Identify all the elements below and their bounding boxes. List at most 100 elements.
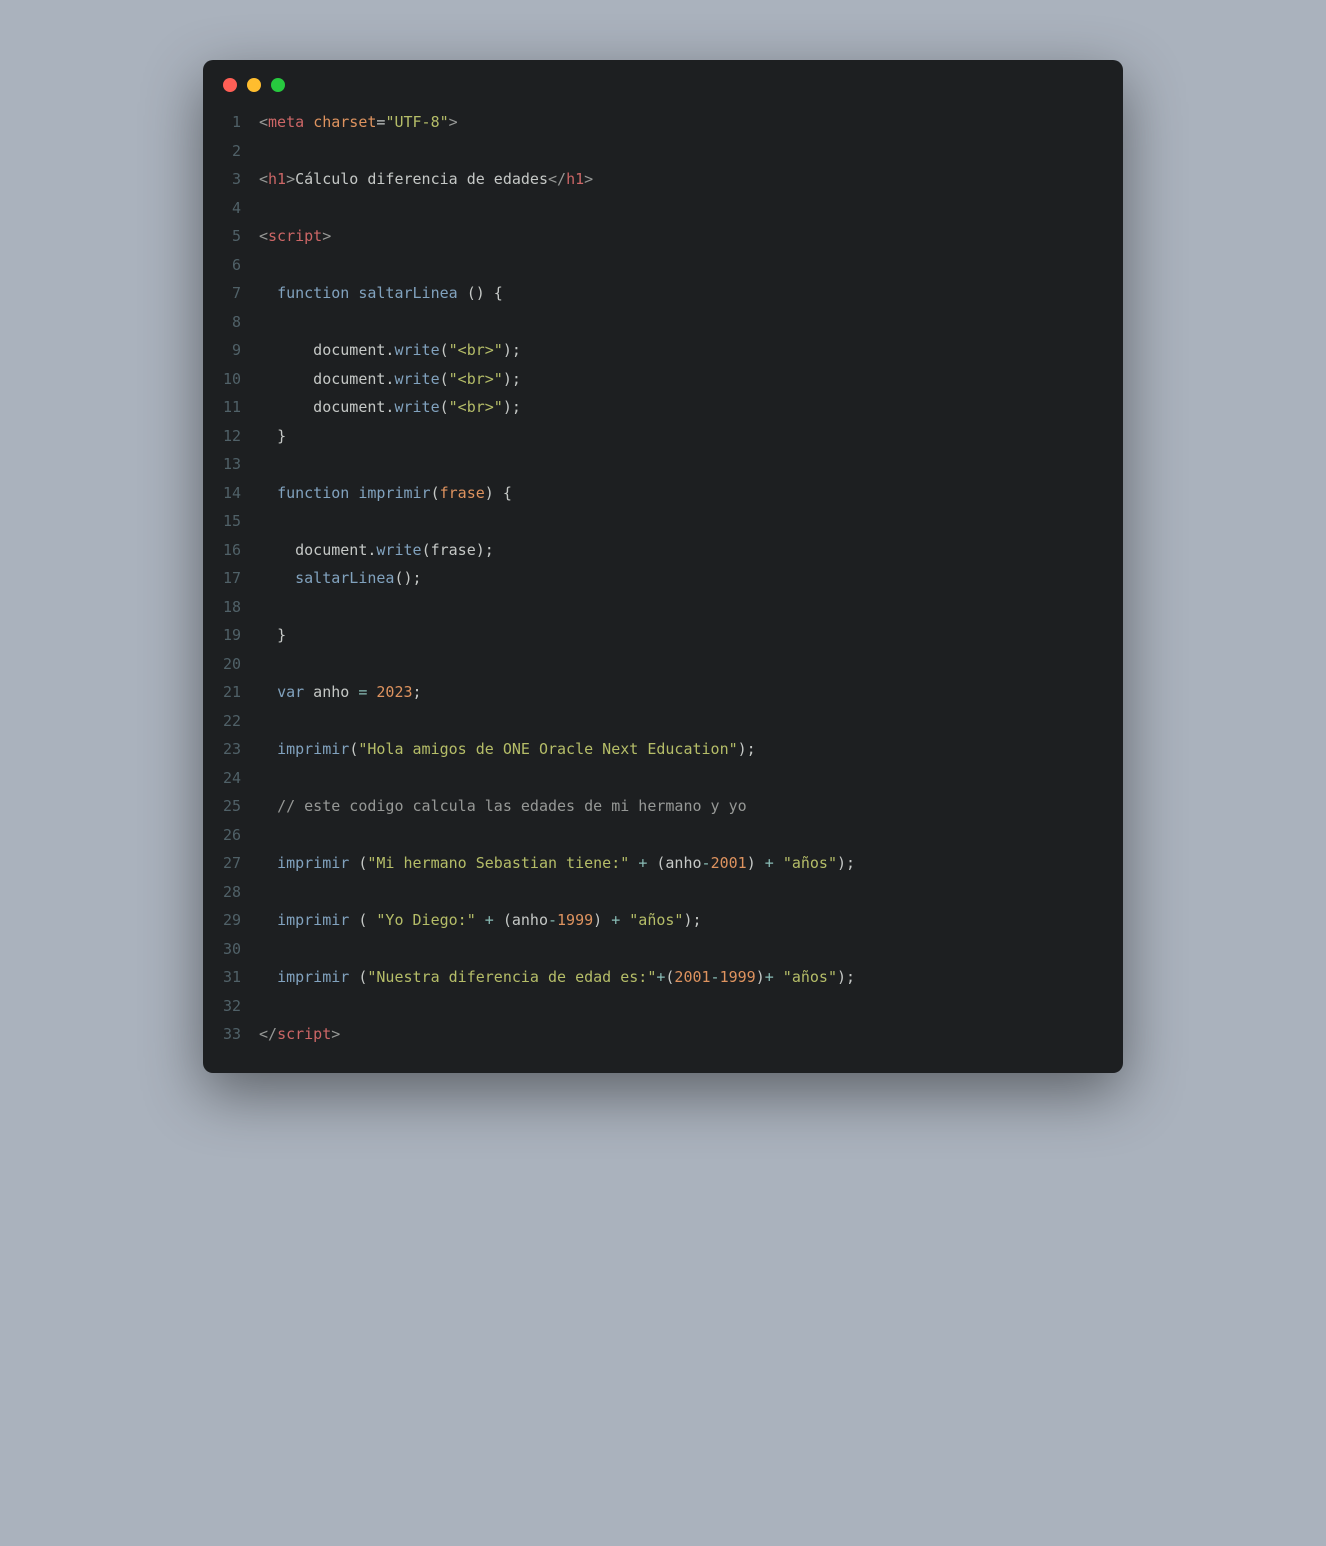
token-op: - — [548, 911, 557, 929]
zoom-icon[interactable] — [271, 78, 285, 92]
code-line[interactable]: 6 — [203, 251, 1123, 280]
token-text — [259, 484, 277, 502]
line-content[interactable] — [259, 707, 1123, 736]
line-number: 24 — [203, 764, 259, 793]
code-line[interactable]: 5<script> — [203, 222, 1123, 251]
code-line[interactable]: 22 — [203, 707, 1123, 736]
token-string: "Hola amigos de ONE Oracle Next Educatio… — [358, 740, 737, 758]
code-line[interactable]: 25 // este codigo calcula las edades de … — [203, 792, 1123, 821]
line-content[interactable] — [259, 593, 1123, 622]
code-line[interactable]: 26 — [203, 821, 1123, 850]
line-content[interactable]: // este codigo calcula las edades de mi … — [259, 792, 1123, 821]
token-op: + — [765, 968, 774, 986]
token-text: Cálculo diferencia de edades — [295, 170, 548, 188]
line-number: 8 — [203, 308, 259, 337]
line-content[interactable]: imprimir("Hola amigos de ONE Oracle Next… — [259, 735, 1123, 764]
line-content[interactable]: imprimir ("Mi hermano Sebastian tiene:" … — [259, 849, 1123, 878]
token-punct: ); — [503, 370, 521, 388]
token-text — [259, 427, 277, 445]
line-number: 30 — [203, 935, 259, 964]
token-text — [774, 968, 783, 986]
code-editor[interactable]: 1<meta charset="UTF-8">2 3<h1>Cálculo di… — [203, 102, 1123, 1049]
code-line[interactable]: 15 — [203, 507, 1123, 536]
code-line[interactable]: 14 function imprimir(frase) { — [203, 479, 1123, 508]
line-number: 1 — [203, 108, 259, 137]
token-keyword: function — [277, 484, 349, 502]
line-content[interactable] — [259, 507, 1123, 536]
code-line[interactable]: 28 — [203, 878, 1123, 907]
code-line[interactable]: 8 — [203, 308, 1123, 337]
token-fname: imprimir — [358, 484, 430, 502]
code-line[interactable]: 32 — [203, 992, 1123, 1021]
line-content[interactable] — [259, 137, 1123, 166]
token-text — [259, 569, 295, 587]
code-line[interactable]: 7 function saltarLinea () { — [203, 279, 1123, 308]
token-punct: ) — [756, 968, 765, 986]
code-line[interactable]: 33</script> — [203, 1020, 1123, 1049]
token-text — [458, 284, 467, 302]
line-number: 7 — [203, 279, 259, 308]
code-line[interactable]: 23 imprimir("Hola amigos de ONE Oracle N… — [203, 735, 1123, 764]
code-line[interactable]: 17 saltarLinea(); — [203, 564, 1123, 593]
line-content[interactable]: imprimir ( "Yo Diego:" + (anho-1999) + "… — [259, 906, 1123, 935]
code-line[interactable]: 30 — [203, 935, 1123, 964]
code-line[interactable]: 4 — [203, 194, 1123, 223]
line-content[interactable]: </script> — [259, 1020, 1123, 1049]
line-content[interactable]: document.write("<br>"); — [259, 393, 1123, 422]
line-content[interactable]: document.write(frase); — [259, 536, 1123, 565]
code-line[interactable]: 10 document.write("<br>"); — [203, 365, 1123, 394]
line-content[interactable] — [259, 878, 1123, 907]
line-content[interactable]: document.write("<br>"); — [259, 336, 1123, 365]
line-content[interactable] — [259, 992, 1123, 1021]
line-content[interactable]: <h1>Cálculo diferencia de edades</h1> — [259, 165, 1123, 194]
code-line[interactable]: 29 imprimir ( "Yo Diego:" + (anho-1999) … — [203, 906, 1123, 935]
line-content[interactable]: <script> — [259, 222, 1123, 251]
line-content[interactable]: var anho = 2023; — [259, 678, 1123, 707]
line-content[interactable]: } — [259, 422, 1123, 451]
minimize-icon[interactable] — [247, 78, 261, 92]
token-attr: charset — [313, 113, 376, 131]
token-text — [602, 911, 611, 929]
code-line[interactable]: 16 document.write(frase); — [203, 536, 1123, 565]
line-number: 12 — [203, 422, 259, 451]
code-line[interactable]: 20 — [203, 650, 1123, 679]
line-content[interactable]: document.write("<br>"); — [259, 365, 1123, 394]
code-line[interactable]: 13 — [203, 450, 1123, 479]
code-line[interactable]: 19 } — [203, 621, 1123, 650]
token-bracket: > — [322, 227, 331, 245]
line-number: 2 — [203, 137, 259, 166]
line-number: 15 — [203, 507, 259, 536]
code-line[interactable]: 27 imprimir ("Mi hermano Sebastian tiene… — [203, 849, 1123, 878]
token-bracket: > — [449, 113, 458, 131]
code-line[interactable]: 2 — [203, 137, 1123, 166]
line-content[interactable] — [259, 194, 1123, 223]
line-content[interactable]: saltarLinea(); — [259, 564, 1123, 593]
code-line[interactable]: 18 — [203, 593, 1123, 622]
code-line[interactable]: 31 imprimir ("Nuestra diferencia de edad… — [203, 963, 1123, 992]
token-op: + — [638, 854, 647, 872]
line-content[interactable]: function imprimir(frase) { — [259, 479, 1123, 508]
line-content[interactable] — [259, 450, 1123, 479]
code-line[interactable]: 24 — [203, 764, 1123, 793]
line-content[interactable]: <meta charset="UTF-8"> — [259, 108, 1123, 137]
line-content[interactable]: function saltarLinea () { — [259, 279, 1123, 308]
code-line[interactable]: 3<h1>Cálculo diferencia de edades</h1> — [203, 165, 1123, 194]
code-line[interactable]: 1<meta charset="UTF-8"> — [203, 108, 1123, 137]
line-content[interactable] — [259, 650, 1123, 679]
line-number: 25 — [203, 792, 259, 821]
line-content[interactable]: } — [259, 621, 1123, 650]
token-string: "años" — [629, 911, 683, 929]
line-content[interactable] — [259, 251, 1123, 280]
line-content[interactable] — [259, 764, 1123, 793]
code-line[interactable]: 11 document.write("<br>"); — [203, 393, 1123, 422]
close-icon[interactable] — [223, 78, 237, 92]
line-content[interactable] — [259, 821, 1123, 850]
code-line[interactable]: 9 document.write("<br>"); — [203, 336, 1123, 365]
line-content[interactable] — [259, 935, 1123, 964]
line-content[interactable] — [259, 308, 1123, 337]
line-content[interactable]: imprimir ("Nuestra diferencia de edad es… — [259, 963, 1123, 992]
token-text — [259, 284, 277, 302]
token-text: document. — [259, 370, 394, 388]
code-line[interactable]: 21 var anho = 2023; — [203, 678, 1123, 707]
code-line[interactable]: 12 } — [203, 422, 1123, 451]
